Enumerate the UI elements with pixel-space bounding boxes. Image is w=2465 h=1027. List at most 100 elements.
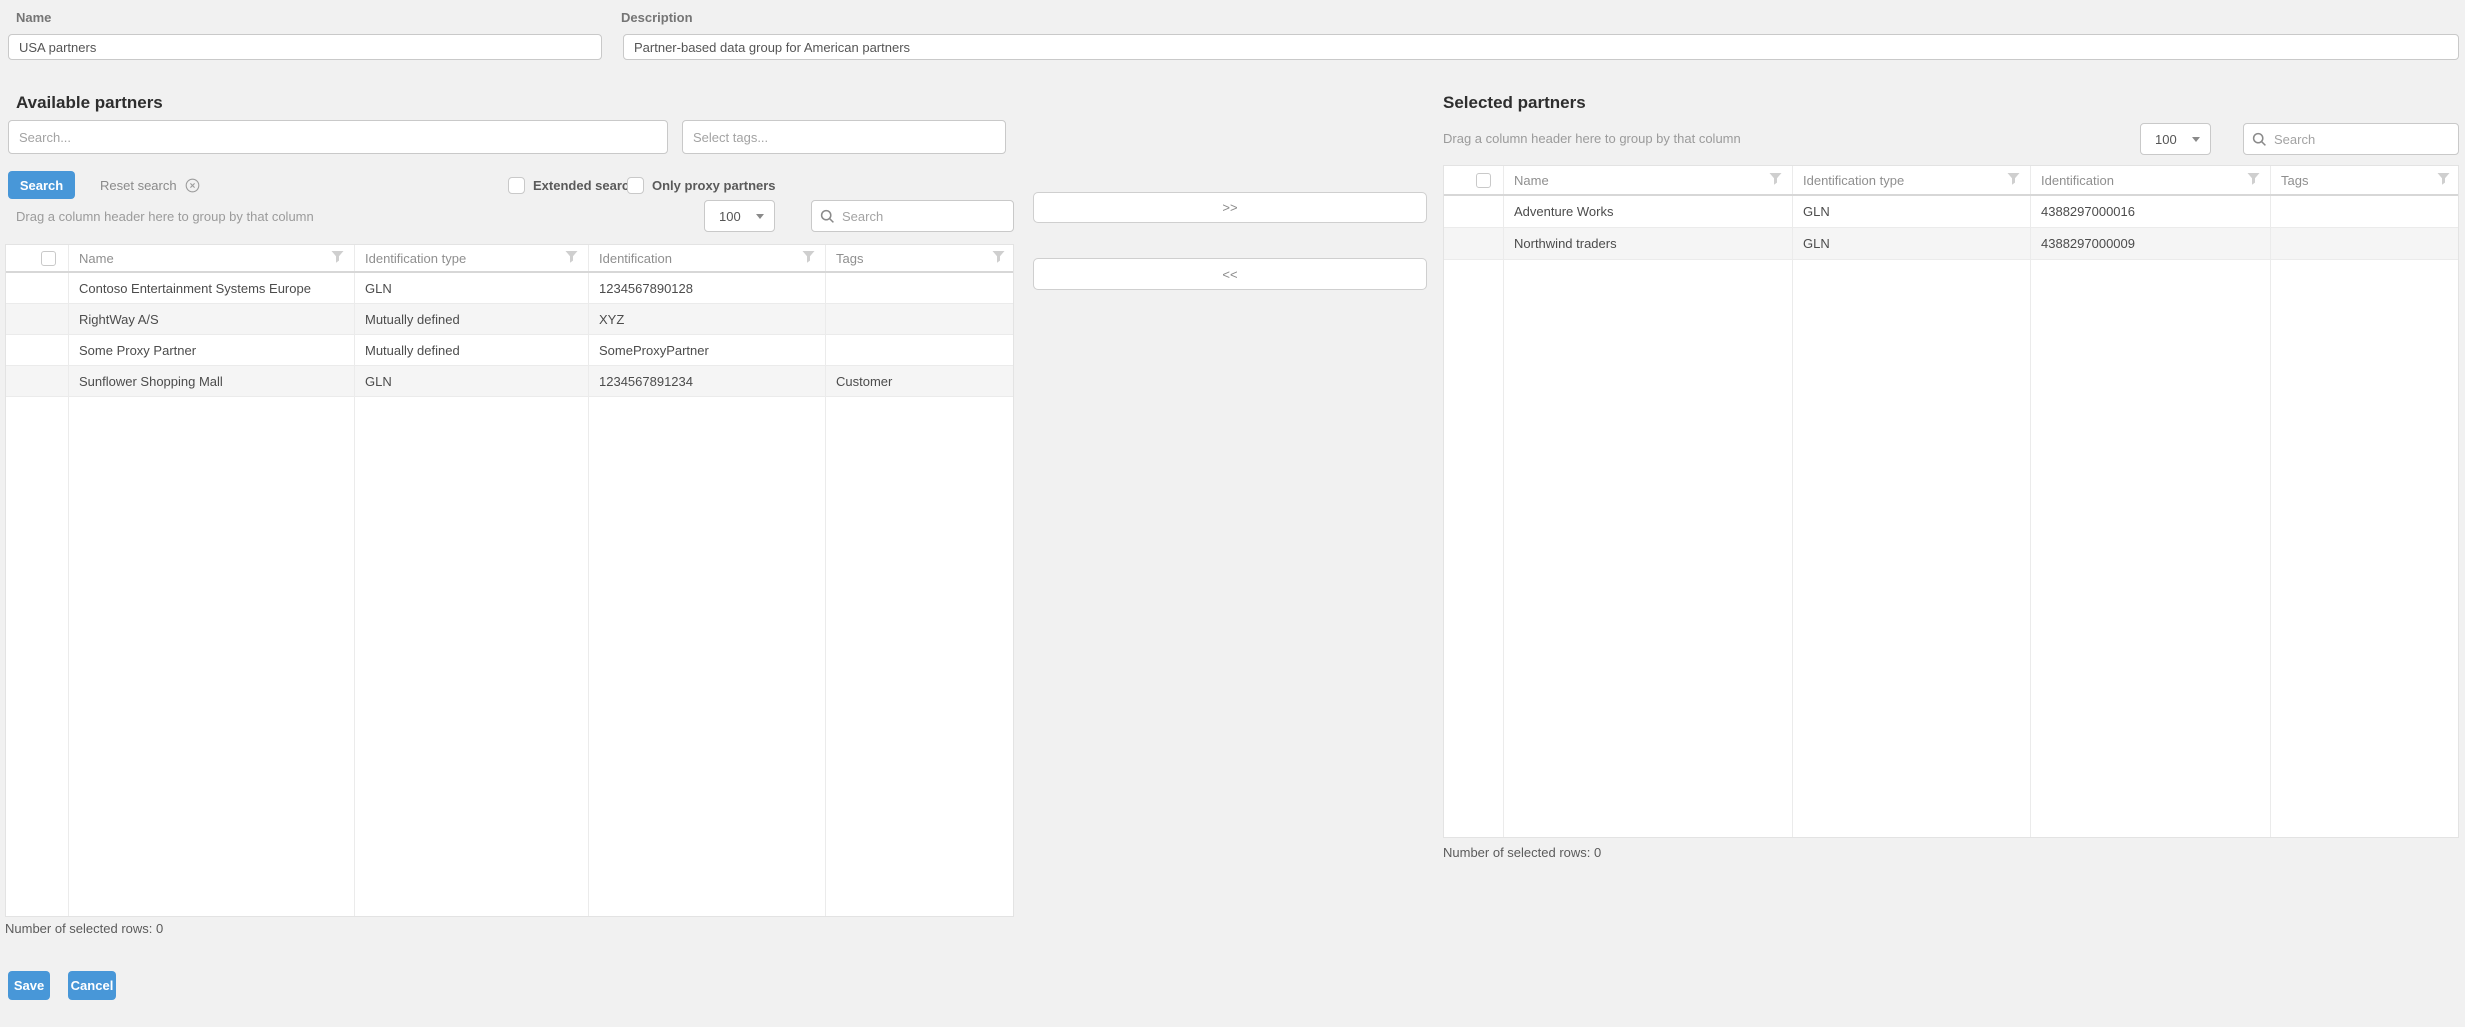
cell-tags — [2271, 228, 2460, 259]
filter-funnel-icon[interactable] — [802, 250, 815, 266]
table-header-row: Name Identification type Identification … — [6, 245, 1013, 273]
select-all-checkbox[interactable] — [1476, 173, 1491, 188]
filter-funnel-icon[interactable] — [2247, 172, 2260, 188]
filter-funnel-icon[interactable] — [331, 250, 344, 266]
filter-funnel-icon[interactable] — [1769, 172, 1782, 188]
name-input[interactable] — [8, 34, 602, 60]
group-drag-hint: Drag a column header here to group by th… — [16, 209, 314, 224]
column-label: Tags — [836, 251, 863, 266]
partner-search-input[interactable] — [8, 120, 668, 154]
row-checkbox-cell — [1444, 196, 1504, 227]
column-header-name[interactable]: Name — [1504, 166, 1793, 194]
table-empty-area — [1444, 260, 2458, 837]
cell-name: Adventure Works — [1504, 196, 1793, 227]
filter-funnel-icon[interactable] — [2007, 172, 2020, 188]
column-label: Identification type — [1803, 173, 1904, 188]
cell-tags: Customer — [826, 366, 1015, 396]
table-empty-area — [6, 397, 1013, 916]
page-size-dropdown[interactable]: 100 — [2140, 123, 2211, 155]
table-header-row: Name Identification type Identification … — [1444, 166, 2458, 196]
extended-search-label: Extended search — [533, 178, 637, 193]
table-row[interactable]: Contoso Entertainment Systems Europe GLN… — [6, 273, 1013, 304]
page-size-dropdown[interactable]: 100 — [704, 200, 775, 232]
only-proxy-checkbox[interactable] — [627, 177, 644, 194]
selected-selected-count: Number of selected rows: 0 — [1443, 845, 1601, 860]
column-header-tags[interactable]: Tags — [826, 245, 1015, 271]
cell-name: Northwind traders — [1504, 228, 1793, 259]
select-all-checkbox[interactable] — [41, 251, 56, 266]
available-selected-count: Number of selected rows: 0 — [5, 921, 163, 936]
cell-tags — [826, 335, 1015, 365]
table-row[interactable]: RightWay A/S Mutually defined XYZ — [6, 304, 1013, 335]
cell-tags — [826, 273, 1015, 303]
cancel-button[interactable]: Cancel — [68, 971, 116, 1000]
select-tags-input[interactable] — [682, 120, 1006, 154]
cell-identification: XYZ — [589, 304, 826, 334]
cell-identification: 1234567891234 — [589, 366, 826, 396]
reset-search-button[interactable]: Reset search — [100, 171, 200, 199]
available-partners-table: Name Identification type Identification … — [5, 244, 1014, 917]
row-checkbox-cell — [6, 304, 69, 334]
grid-search-box — [2243, 123, 2459, 155]
column-header-identification-type[interactable]: Identification type — [355, 245, 589, 271]
row-checkbox-cell — [6, 273, 69, 303]
move-to-available-button[interactable]: << — [1033, 258, 1427, 290]
page-size-value: 100 — [719, 209, 741, 224]
table-row[interactable]: Sunflower Shopping Mall GLN 123456789123… — [6, 366, 1013, 397]
filter-funnel-icon[interactable] — [2437, 172, 2450, 188]
cell-identification-type: Mutually defined — [355, 335, 589, 365]
filter-funnel-icon[interactable] — [565, 250, 578, 266]
grid-search-input[interactable] — [2274, 124, 2450, 154]
grid-search-input[interactable] — [842, 201, 1005, 231]
reset-search-label: Reset search — [100, 178, 177, 193]
page-size-value: 100 — [2155, 132, 2177, 147]
filter-funnel-icon[interactable] — [992, 250, 1005, 266]
search-icon — [2252, 132, 2267, 147]
extended-search-checkbox[interactable] — [508, 177, 525, 194]
cell-identification: 1234567890128 — [589, 273, 826, 303]
row-checkbox-cell — [6, 335, 69, 365]
cell-name: RightWay A/S — [69, 304, 355, 334]
cell-tags — [2271, 196, 2460, 227]
search-icon — [820, 209, 835, 224]
column-header-tags[interactable]: Tags — [2271, 166, 2460, 194]
cell-identification: 4388297000009 — [2031, 228, 2271, 259]
table-row[interactable]: Northwind traders GLN 4388297000009 — [1444, 228, 2458, 260]
cell-identification-type: GLN — [1793, 228, 2031, 259]
column-header-name[interactable]: Name — [69, 245, 355, 271]
search-button[interactable]: Search — [8, 171, 75, 199]
table-row[interactable]: Adventure Works GLN 4388297000016 — [1444, 196, 2458, 228]
cell-identification-type: GLN — [355, 273, 589, 303]
cell-identification: 4388297000016 — [2031, 196, 2271, 227]
only-proxy-option: Only proxy partners — [627, 171, 776, 199]
column-header-identification-type[interactable]: Identification type — [1793, 166, 2031, 194]
partner-data-group-page: { "form": { "name_label": "Name", "name_… — [0, 0, 2465, 1027]
chevron-down-icon — [756, 214, 764, 219]
row-checkbox-cell — [6, 366, 69, 396]
column-header-identification[interactable]: Identification — [589, 245, 826, 271]
description-label: Description — [621, 10, 693, 25]
select-all-cell — [6, 245, 69, 271]
column-label: Tags — [2281, 173, 2308, 188]
select-all-cell — [1444, 166, 1504, 194]
column-label: Name — [1514, 173, 1549, 188]
column-header-identification[interactable]: Identification — [2031, 166, 2271, 194]
column-label: Identification — [2041, 173, 2114, 188]
save-button[interactable]: Save — [8, 971, 50, 1000]
table-row[interactable]: Some Proxy Partner Mutually defined Some… — [6, 335, 1013, 366]
description-input[interactable] — [623, 34, 2459, 60]
cell-identification: SomeProxyPartner — [589, 335, 826, 365]
move-to-selected-button[interactable]: >> — [1033, 192, 1427, 223]
cell-name: Contoso Entertainment Systems Europe — [69, 273, 355, 303]
selected-partners-table: Name Identification type Identification … — [1443, 165, 2459, 838]
name-label: Name — [16, 10, 51, 25]
column-label: Identification — [599, 251, 672, 266]
group-drag-hint: Drag a column header here to group by th… — [1443, 131, 1741, 146]
available-partners-title: Available partners — [16, 93, 163, 113]
selected-partners-title: Selected partners — [1443, 93, 1586, 113]
cell-name: Sunflower Shopping Mall — [69, 366, 355, 396]
cell-name: Some Proxy Partner — [69, 335, 355, 365]
column-label: Name — [79, 251, 114, 266]
cell-identification-type: Mutually defined — [355, 304, 589, 334]
row-checkbox-cell — [1444, 228, 1504, 259]
